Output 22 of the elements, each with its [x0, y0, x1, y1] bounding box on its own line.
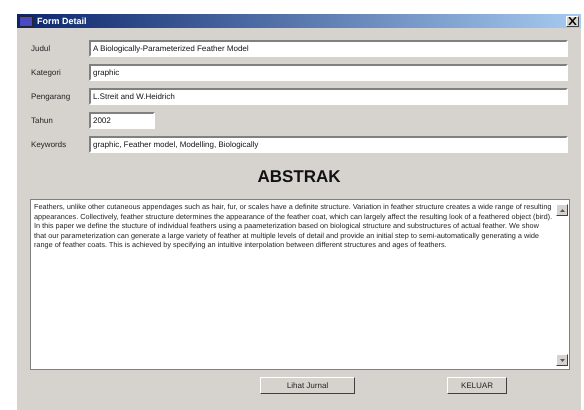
input-field[interactable]: L.Streit and W.Heidrich — [89, 88, 568, 105]
input-field[interactable]: graphic — [89, 64, 568, 81]
close-button[interactable] — [566, 16, 579, 26]
field-label: Tahun — [31, 116, 54, 125]
input-field[interactable]: 2002 — [89, 112, 155, 129]
close-icon — [568, 17, 577, 25]
view-journal-button[interactable]: Lihat Jurnal — [260, 377, 355, 394]
scroll-down-button[interactable] — [556, 354, 568, 366]
window-title: Form Detail — [37, 16, 88, 26]
input-field[interactable]: A Biologically-Parameterized Feather Model — [89, 40, 568, 57]
up-arrow-icon — [560, 208, 564, 212]
field-label: Pengarang — [31, 92, 72, 101]
field-label: Judul — [31, 44, 52, 53]
window-icon — [19, 16, 33, 26]
abstract-text-area[interactable] — [30, 199, 570, 370]
section-heading: ABSTRAK — [256, 167, 342, 187]
exit-button[interactable]: KELUAR — [447, 377, 507, 394]
field-label: Kategori — [31, 68, 62, 77]
down-arrow-icon — [560, 358, 564, 362]
scroll-up-button[interactable] — [556, 204, 568, 216]
field-label: Keywords — [31, 140, 68, 149]
input-field[interactable]: graphic, Feather model, Modelling, Biologically — [89, 136, 568, 153]
